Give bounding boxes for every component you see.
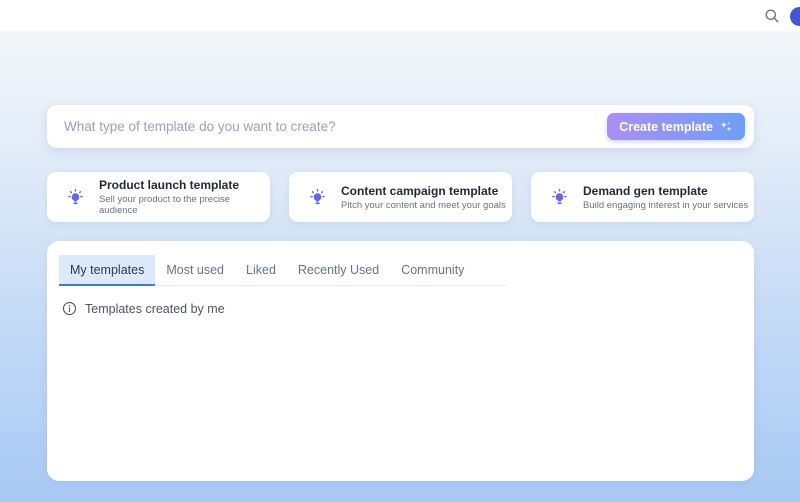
card-subtitle: Build engaging interest in your services <box>583 200 748 211</box>
empty-state-message: Templates created by me <box>85 302 225 316</box>
tab-recently-used[interactable]: Recently Used <box>287 255 390 286</box>
tab-liked[interactable]: Liked <box>235 255 287 286</box>
empty-state-row: Templates created by me <box>62 301 742 316</box>
create-template-button[interactable]: Create template <box>607 113 745 140</box>
search-icon[interactable] <box>764 8 780 24</box>
card-title: Demand gen template <box>583 184 748 198</box>
templates-panel: My templates Most used Liked Recently Us… <box>47 241 754 481</box>
tab-my-templates[interactable]: My templates <box>59 255 155 286</box>
topbar <box>0 0 800 31</box>
templates-tabs: My templates Most used Liked Recently Us… <box>59 255 506 286</box>
tab-most-used[interactable]: Most used <box>155 255 235 286</box>
card-content-campaign-template[interactable]: Content campaign template Pitch your con… <box>289 172 512 222</box>
card-subtitle: Sell your product to the precise audienc… <box>99 194 270 216</box>
card-subtitle: Pitch your content and meet your goals <box>341 200 506 211</box>
user-avatar[interactable] <box>790 7 800 26</box>
card-title: Content campaign template <box>341 184 506 198</box>
tab-community[interactable]: Community <box>390 255 475 286</box>
sparkles-icon <box>719 120 733 134</box>
glowing-lightbulb-icon <box>65 187 86 208</box>
glowing-lightbulb-icon <box>549 187 570 208</box>
glowing-lightbulb-icon <box>307 187 328 208</box>
card-title: Product launch template <box>99 178 270 192</box>
template-prompt-card: Create template <box>47 105 754 148</box>
card-product-launch-template[interactable]: Product launch template Sell your produc… <box>47 172 270 222</box>
info-icon <box>62 301 77 316</box>
template-suggestions-row: Product launch template Sell your produc… <box>47 172 754 222</box>
card-demand-gen-template[interactable]: Demand gen template Build engaging inter… <box>531 172 754 222</box>
create-template-label: Create template <box>619 120 713 134</box>
